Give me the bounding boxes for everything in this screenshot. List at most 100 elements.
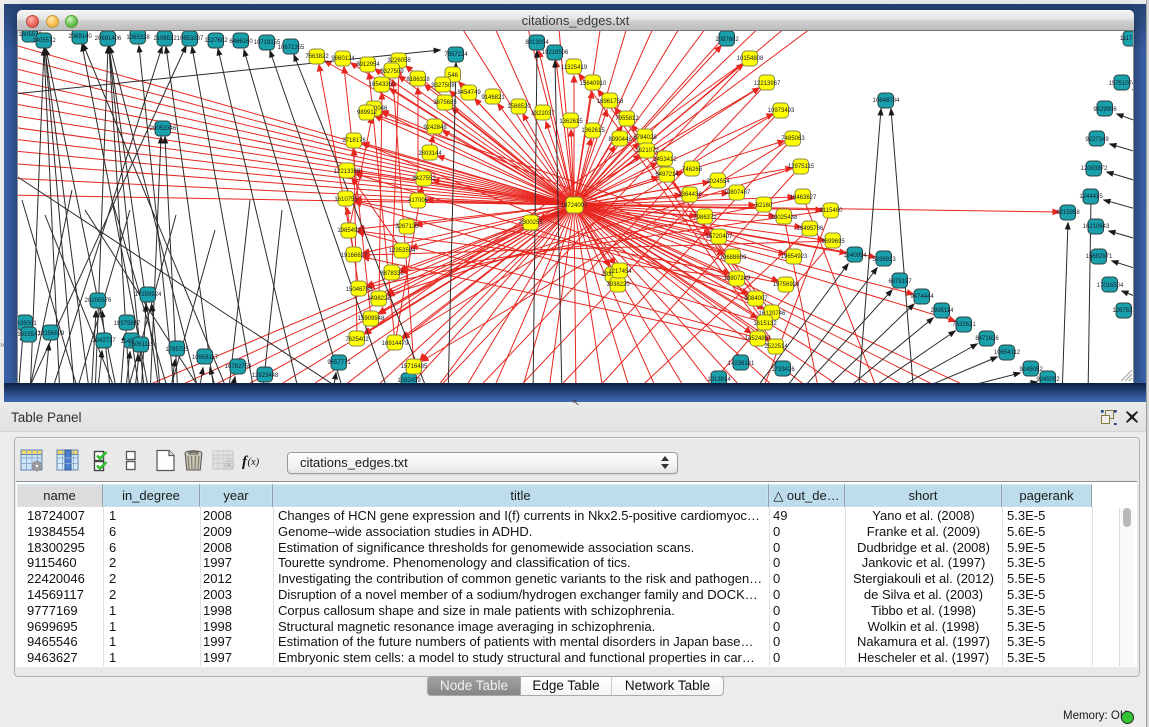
svg-text:15046788: 15046788 — [346, 287, 373, 293]
svg-text:16914479: 16914479 — [382, 341, 409, 347]
svg-text:2106532: 2106532 — [153, 36, 177, 42]
svg-text:18807249: 18807249 — [724, 276, 751, 282]
svg-text:8471626: 8471626 — [975, 336, 999, 342]
svg-text:9242848: 9242848 — [423, 125, 447, 131]
svg-text:1362615: 1362615 — [559, 119, 583, 125]
svg-text:15716485: 15716485 — [401, 364, 428, 370]
svg-text:9084007: 9084007 — [744, 296, 768, 302]
svg-text:1527602: 1527602 — [204, 38, 228, 44]
svg-text:1217454: 1217454 — [608, 269, 632, 275]
svg-text:6466160: 6466160 — [229, 39, 253, 45]
svg-text:2300255: 2300255 — [519, 220, 543, 226]
svg-text:9329906: 9329906 — [1093, 107, 1117, 113]
svg-text:8878332: 8878332 — [380, 271, 404, 277]
svg-text:1938220: 1938220 — [606, 282, 630, 288]
svg-text:15720407: 15720407 — [706, 234, 733, 240]
svg-text:3267130: 3267130 — [395, 224, 419, 230]
svg-text:8990448: 8990448 — [608, 137, 632, 143]
svg-text:20200576: 20200576 — [85, 298, 112, 304]
svg-text:18463627: 18463627 — [790, 195, 817, 201]
svg-text:2342737: 2342737 — [92, 338, 116, 344]
svg-text:7632621: 7632621 — [952, 322, 976, 328]
svg-text:989912: 989912 — [357, 110, 378, 116]
svg-text:7986372: 7986372 — [693, 215, 717, 221]
svg-text:7625402: 7625402 — [345, 337, 369, 343]
svg-text:(x): (x) — [248, 457, 260, 468]
svg-text:9474444: 9474444 — [910, 294, 934, 300]
svg-text:16210643: 16210643 — [1083, 224, 1110, 230]
svg-text:2087682: 2087682 — [715, 37, 739, 43]
svg-text:9699695: 9699695 — [821, 239, 845, 245]
svg-text:9327509: 9327509 — [380, 69, 404, 75]
svg-text:10807487: 10807487 — [724, 190, 751, 196]
svg-text:1244415: 1244415 — [1079, 194, 1103, 200]
svg-text:1785725: 1785725 — [165, 347, 189, 353]
svg-text:1065328: 1065328 — [126, 35, 150, 41]
svg-text:17016504: 17016504 — [1097, 283, 1124, 289]
svg-text:10648784: 10648784 — [873, 98, 900, 104]
svg-text:12213369: 12213369 — [334, 169, 361, 175]
svg-text:19218506: 19218506 — [542, 50, 569, 56]
svg-text:12156829: 12156829 — [38, 331, 65, 337]
svg-text:9227349: 9227349 — [1085, 137, 1109, 143]
svg-text:1610755: 1610755 — [334, 197, 358, 203]
svg-text:1267533: 1267533 — [1112, 308, 1133, 314]
svg-text:8427552: 8427552 — [412, 176, 436, 182]
svg-text:1498222: 1498222 — [367, 296, 391, 302]
svg-text:10671355: 10671355 — [278, 45, 305, 51]
svg-text:10653287: 10653287 — [177, 36, 204, 42]
svg-text:15051115: 15051115 — [128, 342, 154, 348]
svg-text:10958117: 10958117 — [192, 355, 219, 361]
svg-text:15692971: 15692971 — [1086, 254, 1113, 260]
svg-text:1435001: 1435001 — [18, 321, 37, 327]
svg-text:1965492: 1965492 — [337, 228, 361, 234]
svg-text:9115460: 9115460 — [820, 208, 844, 214]
svg-text:16782759: 16782759 — [225, 364, 252, 370]
svg-text:9657771: 9657771 — [327, 360, 351, 366]
svg-text:6879197: 6879197 — [888, 279, 912, 285]
svg-text:1364436: 1364436 — [678, 192, 702, 198]
svg-text:8215958: 8215958 — [1056, 210, 1080, 216]
svg-text:12213967: 12213967 — [754, 81, 781, 87]
svg-text:19166827: 19166827 — [341, 253, 368, 259]
svg-text:7663822: 7663822 — [305, 54, 329, 60]
svg-text:15909948: 15909948 — [358, 316, 385, 322]
svg-text:19654923: 19654923 — [781, 254, 808, 260]
svg-text:9245052: 9245052 — [1019, 367, 1043, 373]
svg-text:19756928: 19756928 — [773, 282, 800, 288]
svg-text:12093872: 12093872 — [1081, 166, 1108, 172]
svg-text:18724007: 18724007 — [561, 203, 588, 209]
svg-text:5938923: 5938923 — [872, 257, 896, 263]
svg-text:62160: 62160 — [756, 203, 773, 209]
svg-text:1615132: 1615132 — [753, 321, 777, 327]
svg-text:746266: 746266 — [682, 167, 703, 173]
svg-text:7955812: 7955812 — [615, 116, 639, 122]
svg-text:1640954: 1640954 — [843, 253, 867, 259]
svg-text:20691406: 20691406 — [95, 36, 122, 42]
svg-text:16961758: 16961758 — [597, 99, 624, 105]
svg-text:8186328: 8186328 — [406, 77, 430, 83]
svg-text:2935114: 2935114 — [931, 308, 955, 314]
svg-text:10688609: 10688609 — [720, 255, 747, 261]
svg-text:1621072: 1621072 — [635, 148, 659, 154]
svg-text:1588520: 1588520 — [507, 104, 531, 110]
svg-text:15751074: 15751074 — [1109, 81, 1133, 87]
svg-text:9146821: 9146821 — [481, 95, 505, 101]
svg-text:8454749: 8454749 — [457, 90, 481, 96]
svg-text:19975887: 19975887 — [114, 321, 141, 327]
svg-text:1405572: 1405572 — [32, 38, 56, 44]
svg-text:2803144: 2803144 — [418, 151, 442, 157]
svg-text:1117493: 1117493 — [1120, 36, 1133, 42]
svg-text:10154808: 10154808 — [737, 56, 764, 62]
svg-text:2718176: 2718176 — [342, 138, 366, 144]
svg-text:1733426: 1733426 — [771, 367, 795, 373]
svg-text:1453412: 1453412 — [653, 157, 677, 163]
svg-text:15640910: 15640910 — [580, 81, 607, 87]
svg-text:12923448: 12923448 — [252, 373, 279, 379]
svg-text:2069140: 2069140 — [68, 34, 92, 40]
svg-text:8322037: 8322037 — [531, 111, 555, 117]
svg-text:16543362: 16543362 — [369, 82, 396, 88]
svg-text:2522514: 2522514 — [764, 344, 788, 350]
svg-text:12975115: 12975115 — [788, 164, 815, 170]
svg-text:7857224: 7857224 — [444, 52, 468, 58]
